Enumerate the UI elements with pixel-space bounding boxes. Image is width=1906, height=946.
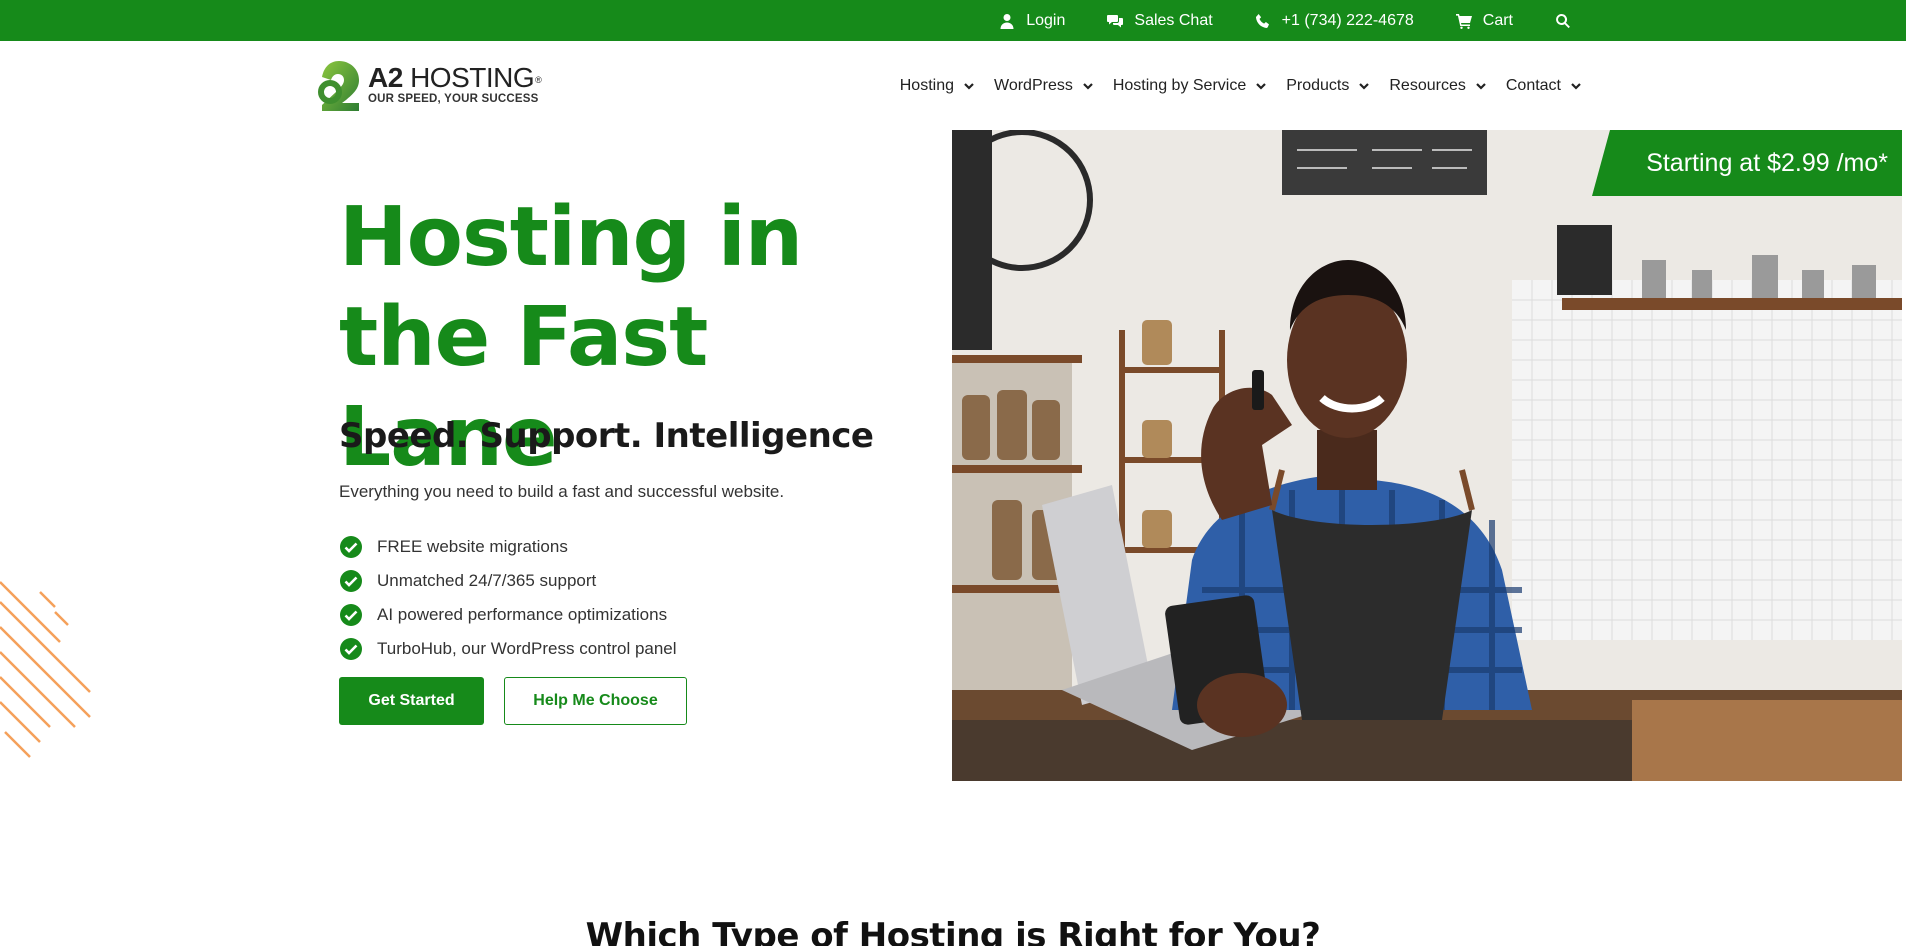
get-started-button[interactable]: Get Started xyxy=(339,677,484,725)
hero-description: Everything you need to build a fast and … xyxy=(339,482,785,501)
nav-item-products[interactable]: Products xyxy=(1286,77,1370,95)
hero-subtitle: Speed. Support. Intelligence xyxy=(339,416,874,456)
feature-label: FREE website migrations xyxy=(377,537,568,556)
login-label: Login xyxy=(1026,11,1066,29)
phone-icon xyxy=(1255,13,1269,28)
nav-item-resources[interactable]: Resources xyxy=(1389,77,1486,95)
decorative-stripes xyxy=(0,581,91,758)
phone-label: +1 (734) 222-4678 xyxy=(1281,11,1414,29)
nav-item-label: Hosting xyxy=(899,76,954,94)
price-badge: Starting at $2.99 /mo* xyxy=(1592,130,1902,196)
nav-item-hosting-by-service[interactable]: Hosting by Service xyxy=(1113,77,1267,95)
feature-label: TurboHub, our WordPress control panel xyxy=(377,639,677,658)
logo-title: A2 HOSTING® xyxy=(368,62,542,94)
help-me-choose-button[interactable]: Help Me Choose xyxy=(504,677,687,725)
search-icon xyxy=(1556,13,1570,28)
feature-item: TurboHub, our WordPress control panel xyxy=(339,632,677,666)
feature-item: Unmatched 24/7/365 support xyxy=(339,564,677,598)
nav-item-wordpress[interactable]: WordPress xyxy=(994,77,1094,95)
search-button[interactable] xyxy=(1555,13,1571,29)
hero-title-line1: Hosting in xyxy=(339,190,803,285)
chevron-down-icon xyxy=(1571,82,1581,90)
feature-label: AI powered performance optimizations xyxy=(377,605,668,624)
chevron-down-icon xyxy=(1083,82,1093,90)
phone-link[interactable]: +1 (734) 222-4678 xyxy=(1255,12,1414,30)
feature-list: FREE website migrations Unmatched 24/7/3… xyxy=(339,530,677,666)
feature-item: FREE website migrations xyxy=(339,530,677,564)
check-circle-icon xyxy=(340,638,362,660)
nav-item-label: Hosting by Service xyxy=(1112,76,1247,94)
a2-hosting-logo[interactable]: A2 HOSTING® OUR SPEED, YOUR SUCCESS xyxy=(316,59,542,111)
login-link[interactable]: Login xyxy=(999,12,1065,30)
cafe-owner-photo xyxy=(952,130,1902,781)
cart-label: Cart xyxy=(1482,11,1513,29)
check-circle-icon xyxy=(340,604,362,626)
main-navigation: A2 HOSTING® OUR SPEED, YOUR SUCCESS Host… xyxy=(0,41,1906,130)
chevron-down-icon xyxy=(964,82,974,90)
feature-item: AI powered performance optimizations xyxy=(339,598,677,632)
chevron-down-icon xyxy=(1256,82,1267,90)
top-utility-bar: Login Sales Chat +1 (734) 222-4678 Cart xyxy=(0,0,1906,41)
nav-item-label: Contact xyxy=(1505,76,1561,94)
logo-tagline: OUR SPEED, YOUR SUCCESS xyxy=(368,93,539,106)
chat-icon xyxy=(1107,14,1124,27)
check-circle-icon xyxy=(340,536,362,558)
topbar-links: Login Sales Chat +1 (734) 222-4678 Cart xyxy=(999,0,1571,41)
user-icon xyxy=(1000,13,1014,29)
nav-item-label: Products xyxy=(1286,76,1350,94)
feature-label: Unmatched 24/7/365 support xyxy=(377,571,597,590)
sales-chat-label: Sales Chat xyxy=(1134,11,1213,29)
sales-chat-link[interactable]: Sales Chat xyxy=(1107,11,1213,30)
primary-menu: Hosting WordPress Hosting by Service Pro… xyxy=(881,41,1582,130)
a2-logo-icon xyxy=(318,61,359,111)
nav-item-hosting[interactable]: Hosting xyxy=(900,77,975,95)
chevron-down-icon xyxy=(1359,82,1370,90)
hero-photo: Starting at $2.99 /mo* xyxy=(952,130,1902,781)
nav-item-contact[interactable]: Contact xyxy=(1506,77,1582,95)
section-heading: Which Type of Hosting is Right for You? xyxy=(585,916,1321,946)
cart-icon xyxy=(1455,13,1472,29)
cart-link[interactable]: Cart xyxy=(1455,11,1513,30)
nav-item-label: Resources xyxy=(1389,76,1466,94)
check-circle-icon xyxy=(340,570,362,592)
logo-wordmark: A2 HOSTING® OUR SPEED, YOUR SUCCESS xyxy=(368,62,542,106)
chevron-down-icon xyxy=(1476,82,1486,90)
nav-item-label: WordPress xyxy=(994,76,1073,94)
